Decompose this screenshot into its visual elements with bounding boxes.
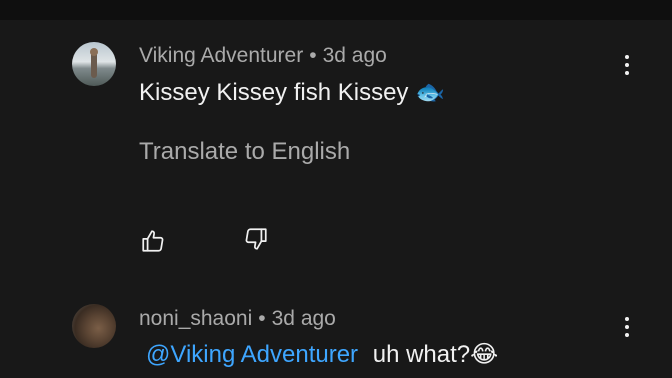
comment-body: Kissey Kissey fish Kissey — [139, 79, 409, 106]
comment-time[interactable]: 3d ago — [272, 307, 336, 330]
fish-emoji: 🐟 — [415, 78, 445, 106]
thumbs-down-icon[interactable] — [243, 226, 269, 252]
more-vertical-icon[interactable] — [617, 51, 637, 79]
meta-separator: • — [258, 307, 266, 330]
comment-text: @Viking Adventurer uh what?😂 — [146, 340, 498, 369]
comment-body: uh what? — [372, 341, 471, 368]
comment-meta: noni_shaoni • 3d ago — [139, 307, 336, 331]
comment-text: Kissey Kissey fish Kissey 🐟 — [139, 78, 445, 107]
meta-separator: • — [309, 44, 317, 67]
laughing-emoji: 😂 — [470, 340, 499, 368]
user-mention[interactable]: @Viking Adventurer — [146, 341, 358, 368]
author-name[interactable]: noni_shaoni — [139, 307, 252, 330]
translate-link[interactable]: Translate to English — [139, 138, 350, 166]
avatar-person-head — [90, 48, 98, 56]
avatar[interactable] — [72, 304, 116, 348]
top-bar — [0, 0, 672, 20]
author-name[interactable]: Viking Adventurer — [139, 44, 303, 67]
more-vertical-icon[interactable] — [617, 313, 637, 341]
comment-meta: Viking Adventurer • 3d ago — [139, 44, 387, 68]
thumbs-up-icon[interactable] — [140, 228, 166, 254]
avatar[interactable] — [72, 42, 116, 86]
comment-time[interactable]: 3d ago — [323, 44, 387, 67]
